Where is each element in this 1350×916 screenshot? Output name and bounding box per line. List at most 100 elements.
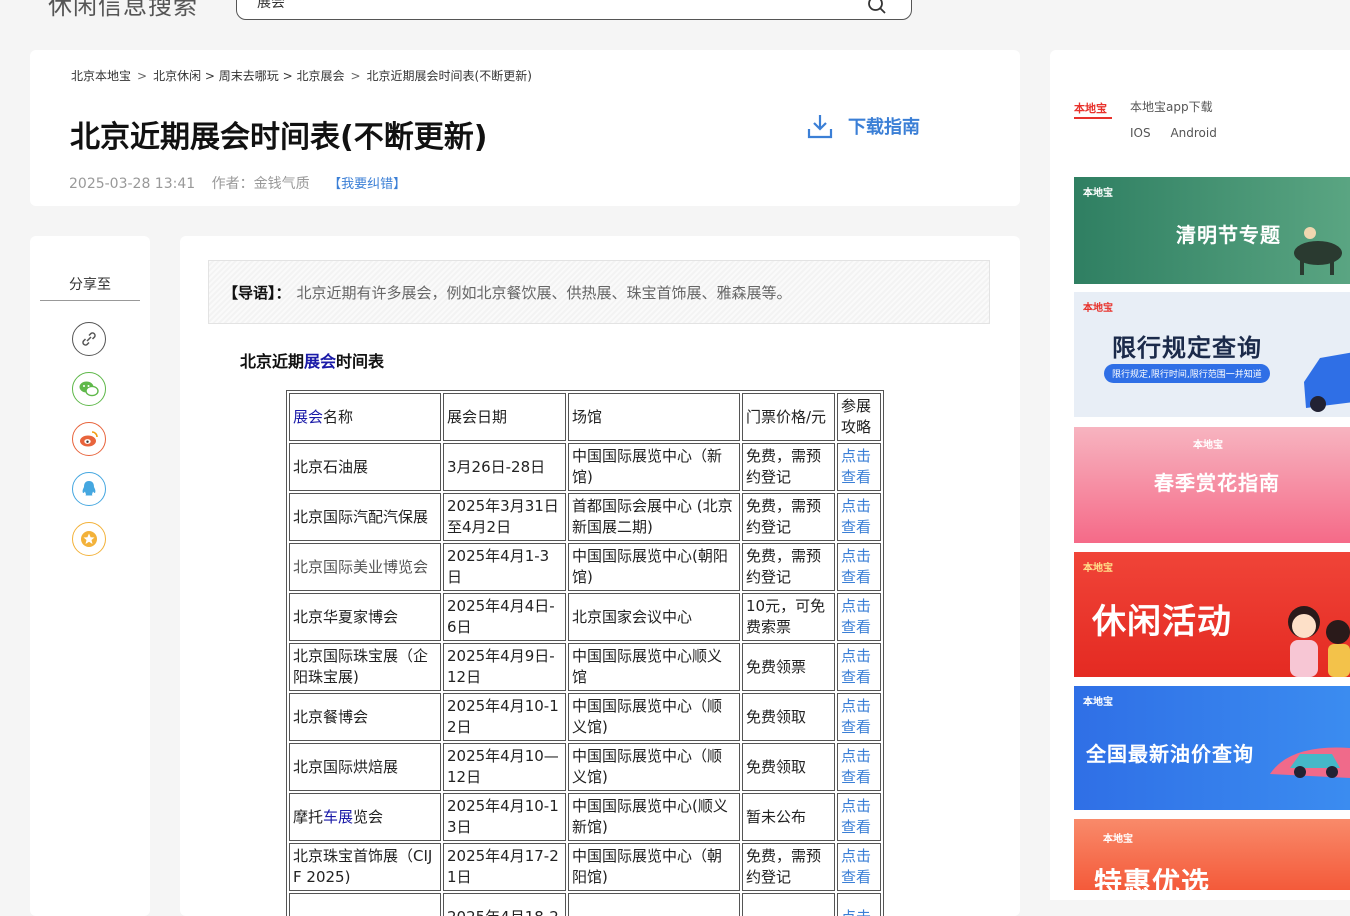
table-row: 北京国际美业博览会 2025年4月1-3日 中国国际展览中心(朝阳馆) 免费，需… (289, 543, 881, 591)
banner-text: 清明节专题 (1176, 223, 1281, 247)
weibo-icon (80, 431, 98, 447)
download-icon (807, 115, 833, 139)
cell-guide-link[interactable]: 点击查看 (837, 743, 881, 791)
report-error-link[interactable]: 【我要纠错】 (328, 177, 406, 192)
section-title: 北京近期展会时间表 (240, 348, 384, 372)
banner-text: 春季赏花指南 (1154, 471, 1280, 495)
download-guide-button[interactable]: 下载指南 (806, 112, 920, 140)
banner-logo: 本地宝 (1193, 440, 1223, 451)
banner-leisure[interactable]: 本地宝 休闲活动 (1074, 552, 1350, 677)
cell-price: 免费领取 (742, 743, 835, 791)
cell-venue: 中国国际展览中心（顺义馆) (568, 693, 740, 741)
share-title: 分享至 (40, 274, 140, 301)
header-text: 名称 (323, 407, 354, 426)
author: 作者：金钱气质 (211, 176, 310, 192)
favorite-button[interactable] (72, 522, 106, 556)
cell-price: 免费，需预约登记 (742, 843, 835, 891)
page-title: 北京近期展会时间表(不断更新) (70, 120, 488, 155)
banner-text: 休闲活动 (1092, 602, 1232, 642)
cell-guide-link[interactable]: 点击查看 (837, 843, 881, 891)
header-guide: 参展攻略 (837, 393, 881, 441)
cell-text: 摩托 (293, 807, 324, 826)
app-links: IOS Android (1130, 126, 1233, 140)
article-body: 【导语】： 北京近期有许多展会，例如北京餐饮展、供热展、珠宝首饰展、雅森展等。 … (180, 236, 1020, 916)
table-row: 北京国际汽配汽保展 2025年3月31日至4月2日 首都国际会展中心 (北京新国… (289, 493, 881, 541)
cell-guide-link[interactable]: 点击查看 (837, 693, 881, 741)
share-link-button[interactable] (72, 322, 106, 356)
breadcrumb-separator: > (350, 69, 361, 83)
buffalo-icon (1294, 227, 1342, 275)
cell-price: 免费，需预约登记 (742, 443, 835, 491)
banner-logo: 本地宝 (1083, 188, 1113, 199)
search-box[interactable] (236, 0, 912, 20)
cell-guide-link[interactable]: 点击查看 (837, 593, 881, 641)
cell-name: 北京国际烘焙展 (289, 743, 441, 791)
cell-price (742, 893, 835, 916)
car-icon (1270, 747, 1350, 778)
table-row: 北京国际珠宝展（企阳珠宝展) 2025年4月9日-12日 中国国际展览中心顺义馆… (289, 643, 881, 691)
link-icon (82, 332, 96, 346)
app-logo-text: 本地宝 (1074, 102, 1107, 115)
cell-date: 2025年4月17-21日 (443, 843, 566, 891)
header-date: 展会日期 (443, 393, 566, 441)
cell-name: 摩托车展览会 (289, 793, 441, 841)
app-download-title: 本地宝app下载 (1130, 100, 1213, 114)
table-row: 北京石油展 3月26日-28日 中国国际展览中心（新馆) 免费，需预约登记 点击… (289, 443, 881, 491)
keyword-link[interactable]: 展会 (293, 408, 323, 426)
cell-guide-link[interactable]: 点击查看 (837, 543, 881, 591)
download-guide-label: 下载指南 (848, 117, 920, 138)
cell-price: 免费，需预约登记 (742, 493, 835, 541)
banner-traffic-rules[interactable]: 本地宝 限行规定查询 限行规定,限行时间,限行范围一并知道 (1074, 292, 1350, 417)
keyword-link[interactable]: 车展 (323, 808, 353, 826)
cell-venue: 首都国际会展中心 (北京新国展二期) (568, 493, 740, 541)
site-name: 休闲信息搜索 (48, 0, 198, 20)
breadcrumb-current: 北京近期展会时间表(不断更新) (366, 69, 532, 83)
banner-deals[interactable]: 本地宝 特惠优选 (1074, 819, 1350, 890)
cell-price: 暂未公布 (742, 793, 835, 841)
cell-date: 2025年4月18-2 (443, 893, 566, 916)
cell-name: 北京国际汽配汽保展 (289, 493, 441, 541)
cell-price: 10元，可免费索票 (742, 593, 835, 641)
header-venue: 场馆 (568, 393, 740, 441)
cell-guide-link[interactable]: 点击查看 (837, 443, 881, 491)
cell-price: 免费领票 (742, 643, 835, 691)
banner-logo: 本地宝 (1103, 834, 1133, 845)
cell-name (289, 893, 441, 916)
article-meta: 2025-03-28 13:41 作者：金钱气质 【我要纠错】 (69, 173, 406, 193)
breadcrumb-home[interactable]: 北京本地宝 (71, 69, 131, 83)
app-logo: 本地宝 (1074, 100, 1116, 128)
breadcrumb: 北京本地宝 > 北京休闲 > 周末去哪玩 > 北京展会 > 北京近期展会时间表(不断更新… (71, 67, 532, 84)
cell-guide-link[interactable]: 点击 (837, 893, 881, 916)
share-qq-button[interactable] (72, 472, 106, 506)
share-wechat-button[interactable] (72, 372, 106, 406)
cell-venue: 北京国家会议中心 (568, 593, 740, 641)
android-link[interactable]: Android (1170, 126, 1216, 140)
publish-date: 2025-03-28 13:41 (69, 176, 196, 192)
search-icon[interactable] (867, 0, 887, 15)
article-header: 北京本地宝 > 北京休闲 > 周末去哪玩 > 北京展会 > 北京近期展会时间表(不断更新… (30, 50, 1020, 206)
breadcrumb-category[interactable]: 北京休闲 > 周末去哪玩 > 北京展会 (153, 69, 344, 83)
cell-venue: 中国国际展览中心（顺义馆) (568, 743, 740, 791)
share-weibo-button[interactable] (72, 422, 106, 456)
cell-guide-link[interactable]: 点击查看 (837, 793, 881, 841)
keyword-link[interactable]: 展会 (304, 352, 336, 371)
cell-guide-link[interactable]: 点击查看 (837, 493, 881, 541)
cell-text: 览会 (353, 807, 384, 826)
cell-date: 2025年4月10—12日 (443, 743, 566, 791)
cell-price: 免费领取 (742, 693, 835, 741)
banner-qingming[interactable]: 本地宝 清明节专题 (1074, 177, 1350, 284)
table-row: 北京珠宝首饰展（CIJF 2025) 2025年4月17-21日 中国国际展览中… (289, 843, 881, 891)
lead-label: 【导语】： (223, 283, 291, 302)
banner-text: 特惠优选 (1094, 866, 1211, 890)
table-row: 2025年4月18-2 点击 (289, 893, 881, 916)
cell-guide-link[interactable]: 点击查看 (837, 643, 881, 691)
cell-name: 北京国际美业博览会 (289, 543, 441, 591)
search-input[interactable] (255, 0, 819, 11)
cell-date: 2025年4月10-13日 (443, 793, 566, 841)
banner-logo: 本地宝 (1083, 563, 1113, 574)
wechat-icon (79, 381, 99, 397)
ios-link[interactable]: IOS (1130, 126, 1151, 140)
banner-oil-price[interactable]: 本地宝 全国最新油价查询 (1074, 686, 1350, 810)
car-icon (1304, 352, 1350, 412)
banner-flowers[interactable]: 本地宝 春季赏花指南 (1074, 427, 1350, 543)
